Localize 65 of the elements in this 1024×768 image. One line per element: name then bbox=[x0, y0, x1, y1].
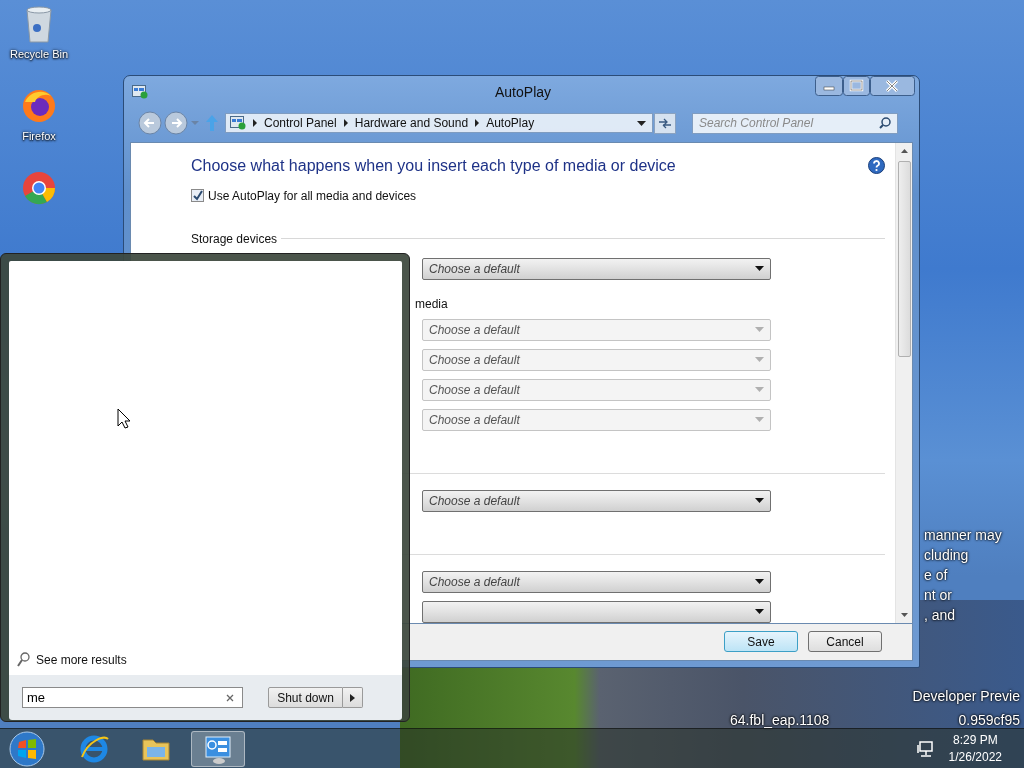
checkbox[interactable] bbox=[191, 189, 204, 203]
maximize-button[interactable] bbox=[843, 76, 870, 96]
chevron-icon[interactable] bbox=[474, 119, 481, 128]
icon-label[interactable]: Firefox bbox=[22, 130, 56, 142]
see-more-results-link[interactable]: See more results bbox=[17, 652, 127, 667]
cancel-button[interactable]: Cancel bbox=[808, 631, 882, 653]
page-heading: Choose what happens when you insert each type of media or device bbox=[191, 156, 676, 175]
address-bar[interactable]: Control Panel Hardware and Sound AutoPlay bbox=[225, 113, 653, 134]
dropdown-arrow-icon bbox=[755, 417, 764, 423]
chevron-icon[interactable] bbox=[342, 119, 349, 128]
dropdown-arrow-icon bbox=[755, 387, 764, 393]
breadcrumb-link[interactable]: Control Panel bbox=[264, 116, 337, 131]
shut-down-button[interactable]: Shut down bbox=[268, 687, 343, 708]
watermark-text: Developer Previe bbox=[911, 687, 1020, 706]
refresh-button[interactable] bbox=[654, 112, 676, 134]
search-icon[interactable] bbox=[879, 116, 891, 129]
scroll-thumb[interactable] bbox=[897, 160, 911, 357]
scroll-up-arrow-icon[interactable] bbox=[900, 148, 908, 153]
clock[interactable]: 8:29 PM 1/26/2022 bbox=[948, 731, 1002, 766]
help-icon[interactable] bbox=[868, 157, 885, 175]
watermark-text: nt or bbox=[924, 586, 953, 605]
watermark-text: e of bbox=[924, 566, 949, 585]
app-icon bbox=[132, 84, 148, 99]
watermark-text: 64.fbl_eap.1108 bbox=[730, 711, 830, 730]
search-icon bbox=[17, 652, 30, 667]
save-button[interactable]: Save bbox=[724, 631, 798, 653]
search-field[interactable]: me bbox=[22, 687, 243, 708]
dropdown-arrow-icon bbox=[755, 266, 764, 272]
dropdown-arrow-icon[interactable] bbox=[637, 120, 646, 126]
close-button[interactable] bbox=[870, 76, 915, 96]
window-title: AutoPlay bbox=[495, 83, 552, 100]
dropdown-arrow-icon bbox=[755, 609, 764, 615]
scrollbar[interactable] bbox=[895, 142, 912, 623]
back-button[interactable] bbox=[138, 111, 162, 136]
shut-down-options-button[interactable] bbox=[343, 687, 363, 708]
taskbar-button[interactable] bbox=[191, 730, 245, 767]
breadcrumb-link[interactable]: AutoPlay bbox=[486, 116, 535, 131]
dropdown[interactable]: Choose a default bbox=[422, 570, 771, 593]
dropdown[interactable]: Choose a default bbox=[422, 257, 771, 280]
checkbox-label[interactable]: Use AutoPlay for all media and devices bbox=[208, 188, 417, 203]
search-field[interactable]: Search Control Panel bbox=[692, 112, 898, 134]
watermark-text: cluding bbox=[924, 546, 970, 565]
watermark-text: 0.959cf95 bbox=[958, 711, 1020, 730]
checkmark-icon bbox=[192, 190, 203, 202]
chevron-icon bbox=[350, 693, 355, 702]
dropdown-arrow-icon bbox=[755, 498, 764, 504]
dropdown[interactable] bbox=[422, 600, 771, 623]
breadcrumb-link[interactable]: Hardware and Sound bbox=[354, 116, 469, 131]
section-title: Storage devices bbox=[191, 231, 278, 246]
clear-icon[interactable] bbox=[226, 694, 234, 702]
dropdown[interactable]: Choose a default bbox=[422, 489, 771, 512]
forward-button[interactable] bbox=[164, 111, 188, 136]
dropdown-arrow-icon bbox=[755, 327, 764, 333]
start-button[interactable] bbox=[7, 728, 47, 768]
watermark-text: , and bbox=[924, 606, 957, 625]
mouse-cursor-icon bbox=[117, 408, 130, 429]
scroll-down-arrow-icon[interactable] bbox=[900, 612, 908, 617]
dropdown-arrow-icon bbox=[755, 357, 764, 363]
chevron-icon[interactable] bbox=[252, 119, 258, 128]
device-label: media bbox=[415, 296, 449, 311]
watermark-text: manner may bbox=[924, 526, 1002, 545]
network-icon[interactable] bbox=[916, 739, 935, 758]
dropdown-arrow-icon bbox=[755, 579, 764, 585]
minimize-button[interactable] bbox=[815, 76, 843, 96]
control-panel-icon bbox=[230, 116, 246, 131]
